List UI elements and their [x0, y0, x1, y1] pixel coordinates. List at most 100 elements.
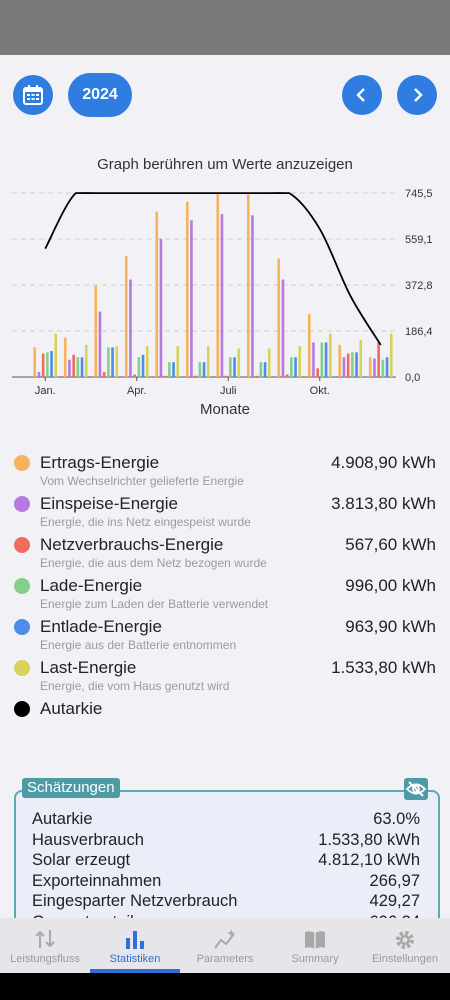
y-tick-label: 186,4: [405, 326, 433, 338]
chart-bar: [94, 285, 98, 377]
bar-chart-icon: [126, 931, 144, 949]
chart-bar: [346, 353, 350, 377]
chart-bar: [338, 344, 342, 377]
chart-bar: [316, 368, 319, 377]
chart-bar: [194, 375, 197, 377]
energy-chart[interactable]: 745,5 559,1 372,8 186,4 0,0 Jan. Apr. Juli Okt. M…: [0, 180, 450, 425]
chart-bar: [155, 211, 159, 377]
legend-value: 963,90 kWh: [345, 617, 436, 636]
chart-bar: [312, 342, 315, 377]
estimates-title: Schätzungen: [22, 778, 120, 798]
legend-subtitle: Energie aus der Batterie entnommen: [40, 638, 237, 652]
eye-off-icon: [406, 781, 426, 797]
estimates-card: Autarkie 63.0% Hausverbrauch 1.533,80 kWh So…: [14, 790, 440, 934]
chart-bar: [277, 258, 281, 377]
nav-tab-statistiken[interactable]: Statistiken: [90, 918, 180, 973]
legend-item[interactable]: Autarkie: [0, 696, 450, 737]
chart-bar: [50, 351, 53, 377]
chart-bar: [385, 357, 389, 377]
legend-subtitle: Vom Wechselrichter gelieferte Energie: [40, 474, 244, 488]
trend-sparkle-icon: [214, 929, 235, 949]
estimate-label: Exporteinnahmen: [32, 871, 162, 890]
estimate-value: 429,27: [369, 892, 420, 910]
estimate-value: 1.533,80 kWh: [318, 830, 420, 849]
legend-color-dot: [14, 455, 30, 471]
legend-color-dot: [14, 578, 30, 594]
estimate-label: Eingesparter Netzverbrauch: [32, 892, 238, 910]
legend-color-dot: [14, 537, 30, 553]
estimate-value: 63.0%: [373, 810, 420, 828]
chart-bar: [202, 362, 206, 377]
chart-bar: [168, 362, 171, 377]
legend-title: Entlade-Energie: [40, 617, 162, 636]
legend-title: Ertrags-Energie: [40, 453, 160, 472]
chevron-right-icon: [414, 88, 423, 102]
chart-bar: [224, 375, 228, 377]
legend-item[interactable]: Netzverbrauchs-Energie Energie, die aus d…: [0, 532, 450, 573]
y-tick-label: 559,1: [405, 234, 433, 246]
chart-bar: [98, 311, 102, 377]
nav-label: Statistiken: [109, 953, 161, 965]
chart-bar: [389, 333, 393, 377]
chart-bar: [359, 339, 363, 377]
legend-title: Einspeise-Energie: [40, 494, 178, 513]
estimate-label: Solar erzeugt: [32, 851, 131, 869]
chevron-left-icon: [356, 88, 365, 102]
chart-bar: [54, 333, 58, 377]
estimate-row: Autarkie 63.0%: [32, 810, 420, 831]
status-bar: [0, 0, 450, 55]
chart-bar: [141, 354, 145, 377]
chart-bar: [290, 357, 293, 377]
chart-bar: [328, 333, 332, 377]
legend-subtitle: Energie, die ins Netz eingespeist wurde: [40, 515, 251, 529]
chart-bar: [355, 352, 358, 377]
legend-title: Last-Energie: [40, 658, 137, 677]
year-selector-button[interactable]: 2024: [68, 73, 132, 117]
estimate-row: Solar erzeugt 4.812,10 kWh: [32, 851, 420, 872]
chart-bar: [259, 362, 263, 377]
chart-bar: [190, 220, 193, 377]
chart-bar: [72, 354, 75, 377]
y-tick-label: 0,0: [405, 372, 420, 384]
chart-bar: [251, 215, 254, 377]
legend-value: 567,60 kWh: [345, 535, 436, 554]
chart-bar: [320, 342, 324, 377]
bottom-navigation: Leistungsfluss Statistiken Parameters Summa…: [0, 918, 450, 973]
nav-tab-summary[interactable]: Summary: [270, 918, 360, 973]
chart-bar: [237, 348, 241, 377]
toggle-visibility-button[interactable]: [404, 778, 428, 800]
chart-bar: [255, 375, 258, 377]
estimate-label: Autarkie: [32, 810, 93, 828]
chart-bar: [373, 358, 376, 377]
nav-tab-einstellungen[interactable]: Einstellungen: [360, 918, 450, 973]
nav-tab-parameters[interactable]: Parameters: [180, 918, 270, 973]
chart-hint: Graph berühren um Werte anzuzeigen: [97, 156, 353, 173]
chart-bar: [46, 352, 49, 377]
chart-bar: [307, 314, 311, 377]
previous-button[interactable]: [342, 75, 382, 115]
chart-bar: [102, 372, 106, 377]
x-tick-label: Jan.: [35, 385, 56, 397]
chart-bar: [198, 362, 202, 377]
chart-bar: [351, 352, 354, 377]
legend-color-dot: [14, 619, 30, 635]
estimate-row: Hausverbrauch 1.533,80 kWh: [32, 831, 420, 852]
nav-tab-leistungsfluss[interactable]: Leistungsfluss: [0, 918, 90, 973]
legend-item[interactable]: Entlade-Energie Energie aus der Batterie …: [0, 614, 450, 655]
legend-color-dot: [14, 701, 30, 717]
estimate-value: 266,97: [369, 871, 420, 890]
chart-bar: [281, 279, 285, 377]
chart-bar: [37, 372, 41, 377]
legend-item[interactable]: Ertrags-Energie Vom Wechselrichter gelief…: [0, 450, 450, 491]
legend-item[interactable]: Lade-Energie Energie zum Laden der Batter…: [0, 573, 450, 614]
x-tick-label: Juli: [220, 385, 237, 397]
legend-title: Netzverbrauchs-Energie: [40, 535, 224, 554]
chart-bar: [137, 357, 141, 377]
legend-value: 996,00 kWh: [345, 576, 436, 595]
calendar-button[interactable]: [13, 75, 53, 115]
next-button[interactable]: [397, 75, 437, 115]
legend-item[interactable]: Last-Energie Energie, die vom Haus genutz…: [0, 655, 450, 696]
legend-item[interactable]: Einspeise-Energie Energie, die ins Netz e…: [0, 491, 450, 532]
legend-color-dot: [14, 660, 30, 676]
chart-bar: [172, 362, 175, 377]
